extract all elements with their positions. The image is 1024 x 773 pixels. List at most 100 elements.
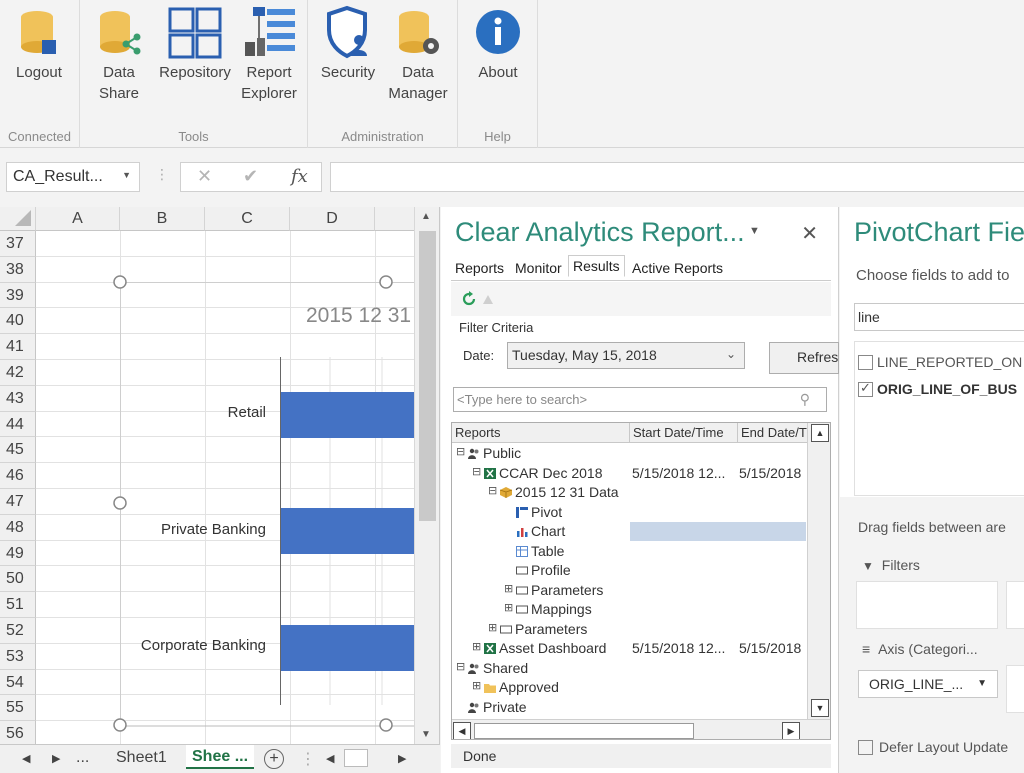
chevron-down-icon[interactable]: ▼ <box>977 678 987 689</box>
row-header[interactable]: 51 <box>0 592 36 618</box>
field-orig-line-of-bus[interactable]: ORIG_LINE_OF_BUS <box>858 380 1017 397</box>
scroll-left-icon[interactable]: ◀ <box>453 722 471 739</box>
data-manager-button[interactable]: Data Manager <box>384 4 452 104</box>
report-explorer-button[interactable]: Report Explorer <box>236 4 302 104</box>
name-box[interactable]: CA_Result... ▼ <box>6 162 140 192</box>
expand-icon[interactable]: ⊞ <box>504 601 513 614</box>
row-header[interactable]: 46 <box>0 463 36 489</box>
column-header-c[interactable]: C <box>205 207 290 231</box>
column-header-reports[interactable]: Reports <box>452 423 630 443</box>
scroll-down-icon[interactable]: ▼ <box>421 729 431 740</box>
tree-horizontal-scrollbar[interactable]: ◀ ▶ <box>452 719 830 739</box>
grip-icon[interactable]: ⋮ <box>155 166 169 183</box>
collapse-icon[interactable]: ⊟ <box>472 465 481 478</box>
search-input[interactable]: <Type here to search> ⚲ <box>453 387 827 412</box>
expand-icon[interactable]: ⊞ <box>472 679 481 692</box>
tree-row[interactable]: ⊟ 2015 12 31 Data <box>452 483 807 503</box>
scroll-up-icon[interactable]: ▲ <box>421 211 431 222</box>
reports-tree[interactable]: Reports Start Date/Time End Date/Time ⊟P… <box>451 422 831 740</box>
row-header[interactable]: 55 <box>0 695 36 722</box>
tree-row[interactable]: ⊞ Asset Dashboard 5/15/2018 12... 5/15/2018 <box>452 639 807 659</box>
scroll-up-icon[interactable]: ▲ <box>811 424 829 442</box>
logout-button[interactable]: Logout <box>8 4 70 83</box>
expand-icon[interactable]: ⊞ <box>488 621 497 634</box>
tree-vertical-scrollbar[interactable]: ▲ ▼ <box>807 423 830 719</box>
row-header[interactable]: 37 <box>0 231 36 257</box>
tab-active-reports[interactable]: Active Reports <box>628 258 727 278</box>
filters-drop-area[interactable] <box>856 581 998 629</box>
tree-row[interactable]: ⊟ Shared <box>452 659 807 679</box>
tree-row[interactable]: Profile <box>452 561 807 581</box>
row-header[interactable]: 49 <box>0 540 36 567</box>
hscroll-right-icon[interactable]: ▶ <box>398 752 406 765</box>
function-icon[interactable]: fx <box>291 166 308 187</box>
column-header-a[interactable]: A <box>36 207 120 231</box>
tree-row[interactable]: Pivot <box>452 503 807 523</box>
checkbox-checked[interactable] <box>858 380 873 397</box>
expand-icon[interactable]: ⊞ <box>472 640 481 653</box>
worksheet[interactable]: A B C D 37 38 39 40 41 42 43 44 45 46 47 48 49 50 51 52… <box>0 207 440 744</box>
expand-icon[interactable]: ⊞ <box>504 582 513 595</box>
scroll-right-icon[interactable]: ▶ <box>782 722 800 739</box>
tab-scroll-left-icon[interactable]: ◀ <box>22 752 30 765</box>
tree-row[interactable]: ⊞ Parameters <box>452 581 807 601</box>
search-icon[interactable]: ⚲ <box>800 391 810 408</box>
about-button[interactable]: About <box>466 4 530 83</box>
add-sheet-button[interactable]: + <box>264 749 284 769</box>
close-icon[interactable]: ✕ <box>801 221 818 246</box>
row-header[interactable]: 38 <box>0 256 36 283</box>
collapse-icon[interactable]: ⊟ <box>456 660 465 673</box>
row-header[interactable]: 40 <box>0 308 36 335</box>
tab-reports[interactable]: Reports <box>451 258 508 278</box>
refresh-icon[interactable] <box>461 291 477 307</box>
bar-chart[interactable]: 2015 12 31 Retail Private Banking Corpor… <box>113 275 421 732</box>
enter-icon[interactable]: ✔ <box>243 166 258 187</box>
security-button[interactable]: Security <box>314 4 382 83</box>
tab-active-sheet[interactable]: Shee ... <box>186 745 255 769</box>
refresh-button[interactable]: Refresh <box>769 342 839 374</box>
tree-row[interactable]: Chart <box>452 522 807 542</box>
row-header[interactable]: 48 <box>0 514 36 541</box>
hscroll-thumb[interactable] <box>474 723 694 739</box>
select-all-corner[interactable] <box>0 207 36 231</box>
row-header[interactable]: 45 <box>0 437 36 464</box>
column-header-d[interactable]: D <box>290 207 375 231</box>
column-header-start[interactable]: Start Date/Time <box>630 423 738 443</box>
date-picker[interactable]: Tuesday, May 15, 2018 ⌄ <box>507 342 745 369</box>
formula-input[interactable] <box>330 162 1024 192</box>
tab-scroll-right-icon[interactable]: ▶ <box>52 752 60 765</box>
scroll-down-icon[interactable]: ▼ <box>811 699 829 717</box>
column-header-b[interactable]: B <box>120 207 205 231</box>
repository-button[interactable]: Repository <box>154 4 236 83</box>
row-header[interactable]: 44 <box>0 411 36 438</box>
checkbox[interactable] <box>858 355 873 370</box>
hscroll-left-icon[interactable]: ◀ <box>326 752 334 765</box>
row-header[interactable]: 41 <box>0 334 36 360</box>
tree-row[interactable]: Table <box>452 542 807 562</box>
tree-row[interactable]: ⊞ Parameters <box>452 620 807 640</box>
row-header[interactable]: 39 <box>0 282 36 309</box>
export-icon[interactable] <box>481 292 495 306</box>
tab-results[interactable]: Results <box>568 255 625 277</box>
row-header[interactable]: 50 <box>0 566 36 593</box>
tab-sheet1[interactable]: Sheet1 <box>116 749 167 767</box>
hscroll-thumb[interactable] <box>344 749 368 767</box>
legend-drop-area[interactable] <box>1006 581 1024 629</box>
tree-row[interactable]: ⊟ Public <box>452 444 807 464</box>
tree-row[interactable]: ⊟ CCAR Dec 2018 5/15/2018 12... 5/15/2018 <box>452 464 807 484</box>
cancel-icon[interactable]: ✕ <box>197 166 212 187</box>
tab-monitor[interactable]: Monitor <box>511 258 566 278</box>
field-line-reported-on[interactable]: LINE_REPORTED_ON <box>858 354 1022 370</box>
row-header[interactable]: 54 <box>0 669 36 696</box>
tree-row[interactable]: ⊞ Mappings <box>452 600 807 620</box>
checkbox[interactable] <box>858 740 873 755</box>
chart-resize-handles[interactable] <box>112 274 412 734</box>
row-header[interactable]: 56 <box>0 721 36 744</box>
axis-field-chip[interactable]: ORIG_LINE_... ▼ <box>858 670 998 698</box>
tree-row[interactable]: Private <box>452 698 807 718</box>
pane-options-icon[interactable]: ▼ <box>749 225 760 237</box>
chevron-down-icon[interactable]: ⌄ <box>726 347 736 361</box>
data-share-button[interactable]: Data Share <box>88 4 150 104</box>
scroll-thumb[interactable] <box>419 231 436 521</box>
vertical-scrollbar[interactable]: ▲ ▼ <box>414 207 439 744</box>
